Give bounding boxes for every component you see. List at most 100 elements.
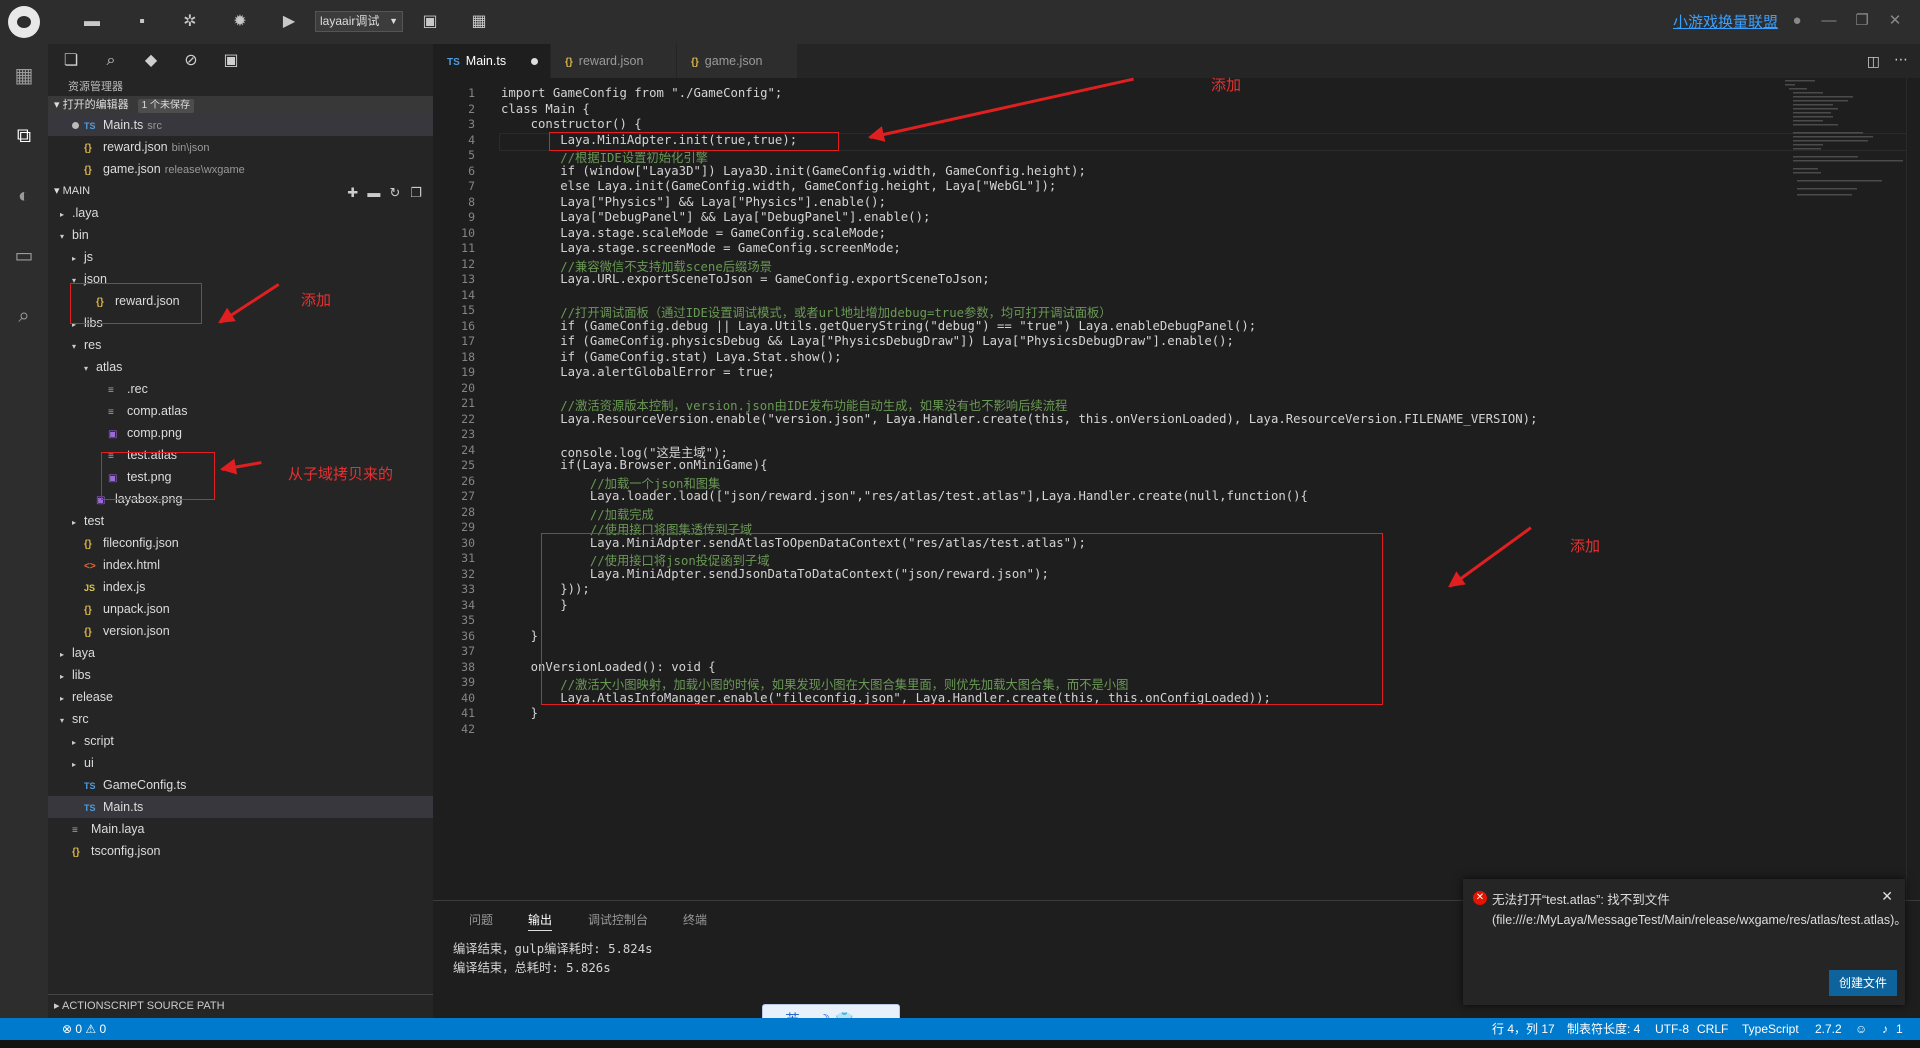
tree-item[interactable]: TS GameConfig.ts bbox=[48, 774, 433, 796]
line-number: 33 bbox=[461, 582, 475, 596]
tree-item-label: atlas bbox=[96, 360, 123, 374]
editor-scrollbar[interactable] bbox=[1906, 78, 1920, 900]
open-editor-game-json[interactable]: {} game.json release\wxgame bbox=[48, 158, 433, 180]
search-icon[interactable]: ⌕ bbox=[100, 50, 122, 72]
git-icon[interactable]: ◆ bbox=[140, 50, 162, 72]
tree-item[interactable]: ▾ src bbox=[48, 708, 433, 730]
tree-item[interactable]: ▣ comp.png bbox=[48, 422, 433, 444]
new-file-icon[interactable]: ✚ bbox=[344, 182, 362, 204]
more-icon[interactable]: ⋯ bbox=[1894, 51, 1908, 68]
annotation-add: 添加 bbox=[1211, 77, 1242, 94]
highlight-box bbox=[101, 452, 215, 500]
cursor-position[interactable]: 行 4，列 17 bbox=[1492, 1018, 1555, 1040]
tree-item[interactable]: <> index.html bbox=[48, 554, 433, 576]
create-file-button[interactable]: 创建文件 bbox=[1828, 970, 1897, 996]
code-line: class Main { bbox=[501, 102, 590, 116]
tree-item[interactable]: JS index.js bbox=[48, 576, 433, 598]
tab-label: reward.json bbox=[578, 54, 644, 68]
highlight-box bbox=[70, 283, 202, 324]
main-folder-label: MAIN bbox=[62, 185, 91, 197]
folder-icon[interactable]: ▬ bbox=[82, 12, 102, 32]
debug-icon[interactable]: ✹ bbox=[230, 12, 250, 32]
brand-link[interactable]: 小游戏换量联盟 bbox=[1673, 11, 1778, 32]
new-folder-icon[interactable]: ▬ bbox=[365, 182, 383, 204]
ts-version[interactable]: 2.7.2 bbox=[1815, 1018, 1842, 1040]
annotation-add: 添加 bbox=[1570, 538, 1601, 555]
tree-item[interactable]: {} unpack.json bbox=[48, 598, 433, 620]
chevron-down-icon: ▼ bbox=[389, 16, 398, 26]
tree-item[interactable]: ▾ bin bbox=[48, 224, 433, 246]
tab-main-ts[interactable]: TS Main.ts bbox=[433, 44, 550, 78]
open-editor-main-ts[interactable]: TS Main.ts src bbox=[48, 114, 433, 136]
tree-item[interactable]: {} fileconfig.json bbox=[48, 532, 433, 554]
tree-item[interactable]: ≡ Main.laya bbox=[48, 818, 433, 840]
language-mode[interactable]: TypeScript bbox=[1742, 1018, 1799, 1040]
tree-item[interactable]: ▸ js bbox=[48, 246, 433, 268]
line-number: 24 bbox=[461, 443, 475, 457]
tab-output[interactable]: 输出 bbox=[528, 911, 553, 931]
close-icon[interactable]: ✕ bbox=[1884, 10, 1906, 32]
tab-reward-json[interactable]: {} reward.json bbox=[551, 44, 676, 78]
tree-item[interactable]: ▸ script bbox=[48, 730, 433, 752]
tree-item[interactable]: TS Main.ts bbox=[48, 796, 433, 818]
end-of-line[interactable]: CRLF bbox=[1697, 1018, 1728, 1040]
tree-item[interactable]: ▸ .laya bbox=[48, 202, 433, 224]
tree-item[interactable]: {} version.json bbox=[48, 620, 433, 642]
run-config-select[interactable]: layaair调试 ▼ bbox=[315, 11, 403, 32]
tab-debug-console[interactable]: 调试控制台 bbox=[588, 911, 648, 928]
tree-item[interactable]: ▸ ui bbox=[48, 752, 433, 774]
code-editor[interactable]: 1 import GameConfig from "./GameConfig"; 2… bbox=[433, 78, 1920, 900]
tab-problems[interactable]: 问题 bbox=[469, 911, 493, 928]
split-editor-icon[interactable]: ◫ bbox=[1867, 53, 1880, 70]
line-number: 11 bbox=[461, 241, 475, 255]
open-editor-reward-json[interactable]: {} reward.json bin\json bbox=[48, 136, 433, 158]
play-icon[interactable]: ▶ bbox=[279, 12, 299, 32]
close-icon[interactable]: ✕ bbox=[1881, 888, 1893, 905]
tab-terminal[interactable]: 终端 bbox=[683, 911, 707, 928]
tree-item[interactable]: ≡ comp.atlas bbox=[48, 400, 433, 422]
smiley-icon[interactable]: ☺ bbox=[1855, 1018, 1867, 1040]
line-number: 25 bbox=[461, 458, 475, 472]
actionscript-path-header[interactable]: ▸ ACTIONSCRIPT SOURCE PATH bbox=[48, 994, 433, 1016]
code-explorer-icon[interactable]: ⧉ bbox=[10, 122, 38, 150]
extensions-icon[interactable]: ▣ bbox=[220, 50, 242, 72]
tree-item[interactable]: {} tsconfig.json bbox=[48, 840, 433, 862]
json-icon: {} bbox=[84, 627, 92, 638]
open-editors-label: 打开的编辑器 bbox=[62, 99, 129, 111]
open-editor-path: release\wxgame bbox=[164, 164, 245, 176]
open-editors-header[interactable]: ▾ 打开的编辑器 1 个未保存 bbox=[48, 96, 433, 114]
main-folder-header[interactable]: ▾ MAIN ✚ ▬ ↻ ❐ bbox=[48, 180, 433, 202]
tree-item[interactable]: ▸ libs bbox=[48, 664, 433, 686]
tree-item[interactable]: ▸ release bbox=[48, 686, 433, 708]
run-config-value: layaair调试 bbox=[320, 14, 380, 28]
no-bug-icon[interactable]: ⊘ bbox=[180, 50, 202, 72]
search-icon[interactable]: ⌕ bbox=[10, 302, 38, 330]
restore-icon[interactable]: ❐ bbox=[1851, 10, 1873, 32]
tree-item[interactable]: ▸ test bbox=[48, 510, 433, 532]
files-icon[interactable]: ❏ bbox=[60, 50, 82, 72]
minimap[interactable] bbox=[1783, 78, 1908, 198]
chat-icon[interactable]: ▭ bbox=[10, 242, 38, 270]
palette-icon[interactable]: ◐ bbox=[10, 182, 38, 210]
tab-game-json[interactable]: {} game.json bbox=[677, 44, 797, 78]
save-icon[interactable]: ▪ bbox=[132, 12, 152, 32]
grid-icon[interactable]: ▦ bbox=[10, 62, 38, 90]
minimize-icon[interactable]: — bbox=[1818, 10, 1840, 32]
collapsed-arrow-icon: ▸ bbox=[60, 650, 65, 659]
bell-icon[interactable]: ♪ bbox=[1882, 1018, 1888, 1040]
tree-item[interactable]: ▸ laya bbox=[48, 642, 433, 664]
tab-size[interactable]: 制表符长度: 4 bbox=[1567, 1018, 1640, 1040]
edit-box-icon[interactable]: ▣ bbox=[420, 12, 440, 32]
gears-icon[interactable]: ✲ bbox=[180, 12, 200, 32]
collapse-all-icon[interactable]: ❐ bbox=[407, 182, 425, 204]
tree-item[interactable]: ≡ .rec bbox=[48, 378, 433, 400]
expanded-arrow-icon: ▾ bbox=[84, 364, 89, 373]
problems-count[interactable]: ⊗ 0 ⚠ 0 bbox=[62, 1018, 106, 1040]
qr-code-icon[interactable]: ▦ bbox=[469, 12, 489, 32]
refresh-icon[interactable]: ↻ bbox=[386, 182, 404, 204]
user-icon[interactable]: ● bbox=[1786, 10, 1808, 32]
encoding[interactable]: UTF-8 bbox=[1655, 1018, 1689, 1040]
tree-item[interactable]: ▾ atlas bbox=[48, 356, 433, 378]
highlight-box bbox=[541, 533, 1383, 705]
tree-item[interactable]: ▾ res bbox=[48, 334, 433, 356]
